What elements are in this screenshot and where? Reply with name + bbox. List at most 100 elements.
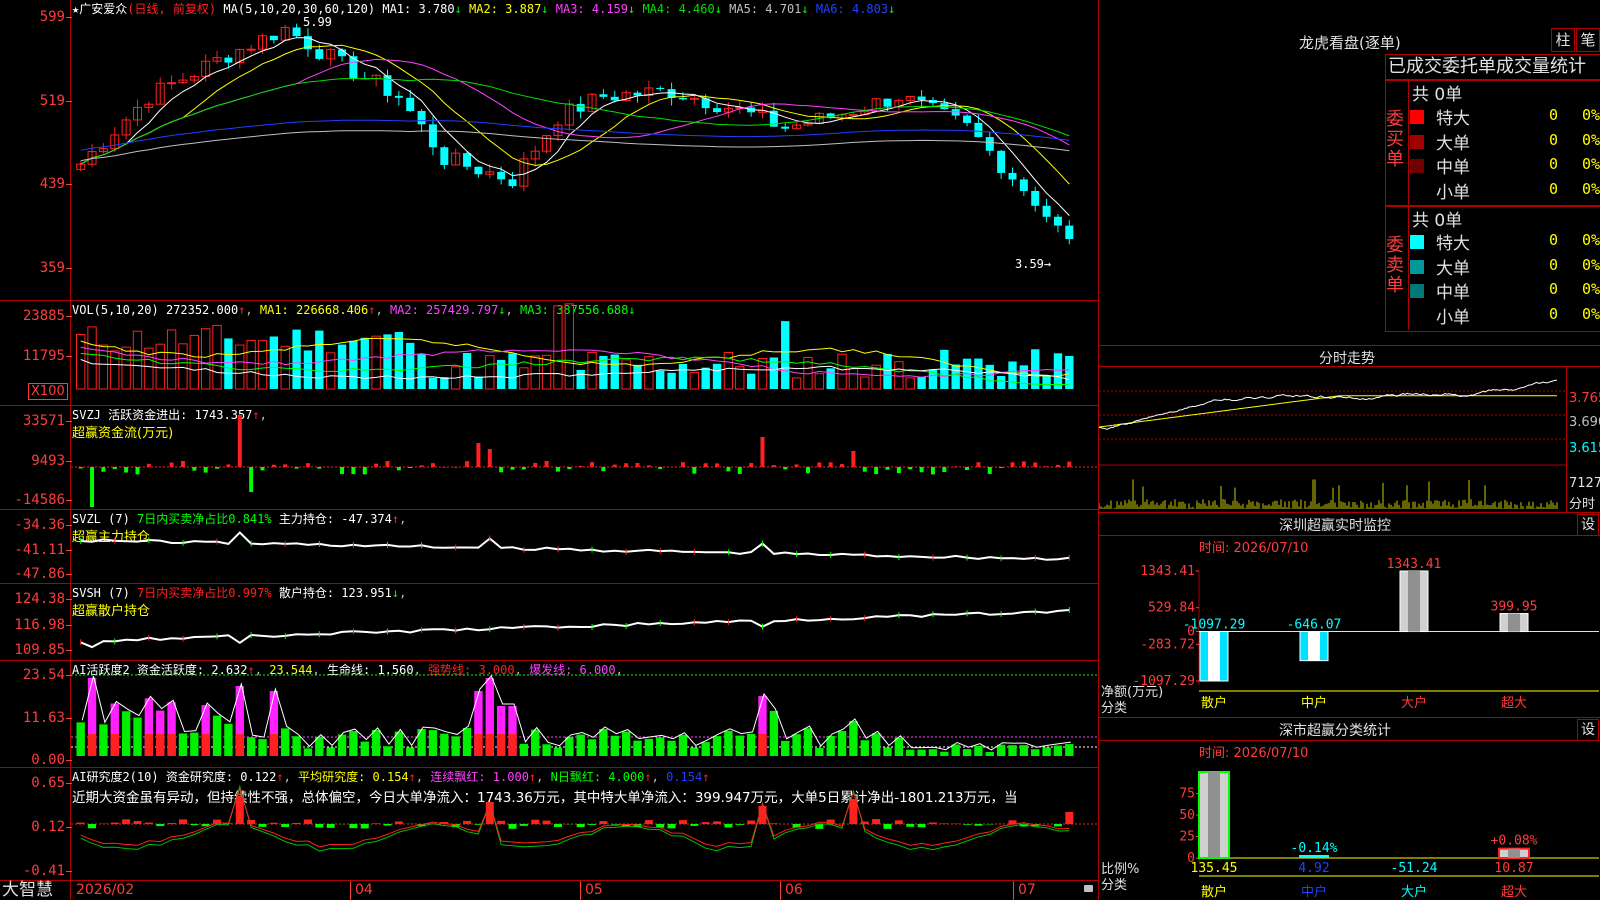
volume-bar xyxy=(76,334,86,390)
classify-title: 深市超赢分类统计 xyxy=(1279,723,1391,739)
fund-flow-bar xyxy=(112,467,117,470)
activity-bar xyxy=(985,751,994,756)
y-tick: -0.41 xyxy=(2,864,72,878)
classify-bar-chart[interactable]: 7550250135.45散户-0.14%4.92中户-51.24大户+0.08… xyxy=(1099,758,1600,900)
ai-research-panel[interactable]: 0.65 0.12 -0.41 AI研究度2(10) 资金研究度: 0.122↑… xyxy=(0,768,1098,881)
ai-active-panel[interactable]: 23.54 11.63 0.00 AI活跃度2 资金活跃度: 2.632↑, 2… xyxy=(0,661,1098,768)
fund-flow-bar xyxy=(78,467,83,469)
color-swatch xyxy=(1410,110,1424,124)
volume-panel[interactable]: 23885 11795 X100 VOL(5,10,20) 272352.000… xyxy=(0,301,1098,406)
research-bar xyxy=(519,824,528,826)
brand-logo[interactable]: 大智慧 xyxy=(2,881,53,900)
candle-body xyxy=(963,115,972,123)
fund-flow-bar xyxy=(192,467,197,471)
research-bar xyxy=(110,822,119,824)
intraday-chart[interactable] xyxy=(1099,367,1566,512)
research-bar xyxy=(553,824,562,827)
fund-flow-bar xyxy=(646,465,651,467)
volume-bar xyxy=(371,335,381,390)
volume-bar xyxy=(951,364,960,389)
category-label: 超大 xyxy=(1501,885,1527,900)
bar-value-label: +0.08% xyxy=(1491,834,1538,849)
candle-body xyxy=(315,49,324,59)
ratio-bar-highlight xyxy=(1508,848,1520,858)
activity-bar xyxy=(974,745,983,756)
color-swatch xyxy=(1410,159,1424,173)
candle-body xyxy=(1065,225,1074,239)
order-size-label: 大单 xyxy=(1436,258,1470,279)
activity-bar xyxy=(440,733,449,756)
y-tick: -283.72 xyxy=(1140,637,1195,652)
volume-bar xyxy=(633,364,642,389)
activity-bar xyxy=(133,717,142,756)
fund-flow-bar xyxy=(533,462,538,467)
sell-row-3: 小单 0 0% xyxy=(1410,303,1600,328)
candlestick-chart[interactable]: 5.99 3.59→ xyxy=(71,0,1098,300)
order-size-label: 中单 xyxy=(1436,283,1470,303)
y-tick: -1097.29 xyxy=(1132,674,1195,689)
svzl-panel[interactable]: -34.36 -41.11 -47.86 SVZL (7) 7日内买卖净占比0.… xyxy=(0,510,1098,584)
lock-icon[interactable] xyxy=(1084,885,1093,892)
svsh-panel[interactable]: 124.38 116.98 109.85 SVSH (7) 7日内买卖净占比0.… xyxy=(0,584,1098,661)
category-label: 大户 xyxy=(1401,695,1427,711)
volume-bar xyxy=(735,366,745,390)
activity-bar-core xyxy=(508,734,517,756)
tick-mode-button[interactable]: 笔 xyxy=(1576,28,1600,52)
candle-body xyxy=(394,95,403,98)
activity-bar xyxy=(553,747,563,756)
fund-flow-bar xyxy=(317,467,322,469)
ma-line xyxy=(80,37,1070,216)
monitor-bar-chart[interactable]: 1343.41529.840-283.72-1097.29-1097.29散户-… xyxy=(1099,557,1600,717)
research-bar xyxy=(701,822,710,824)
fund-flow-bar xyxy=(908,467,913,470)
activity-bar xyxy=(292,736,301,756)
y-tick: 33571 xyxy=(2,414,72,428)
volume-chart[interactable] xyxy=(71,301,1098,405)
kline-panel[interactable]: 599 519 439 359 ★广安爱众(日线, 前复权) MA(5,10,2… xyxy=(0,0,1098,301)
activity-bar xyxy=(542,744,551,756)
classify-settings-button[interactable]: 设 xyxy=(1577,719,1599,741)
fund-flow-bar xyxy=(555,467,560,472)
fund-flow-bar xyxy=(294,467,299,469)
activity-bar xyxy=(678,734,688,756)
activity-bar-core xyxy=(485,734,494,756)
activity-bar xyxy=(246,737,256,756)
fund-flow-bar xyxy=(578,465,583,467)
intraday-panel[interactable]: 分时走势 3.765 3.690 3.615 7127 分时 xyxy=(1099,346,1600,513)
activity-chart[interactable] xyxy=(71,661,1098,767)
fund-flow-bar xyxy=(885,467,890,470)
activity-bar xyxy=(792,734,801,756)
research-chart[interactable] xyxy=(71,768,1098,880)
x-date-label: 06 xyxy=(785,882,803,898)
fund-flow-bar xyxy=(1044,466,1049,467)
fund-flow-bar xyxy=(203,467,208,473)
net-amount-bar-highlight xyxy=(1508,613,1520,632)
research-bar xyxy=(463,820,472,824)
fund-flow-bar xyxy=(146,463,151,467)
net-amount-bar-highlight xyxy=(1408,571,1420,632)
color-swatch xyxy=(1410,235,1424,249)
fund-flow-bar xyxy=(385,460,390,467)
research-bar xyxy=(610,824,619,825)
main-holding-chart[interactable] xyxy=(71,510,1098,583)
research-bar xyxy=(315,824,324,828)
stats-tabs[interactable]: 已成交委托单成交量统计 xyxy=(1385,54,1600,80)
retail-holding-chart[interactable] xyxy=(71,584,1098,660)
y-tick: -34.36 xyxy=(2,518,72,532)
volume-bar xyxy=(315,330,324,389)
candle-body xyxy=(1053,216,1062,226)
svzj-panel[interactable]: 33571 9493 -14586 SVZJ 活跃资金进出: 1743.357↑… xyxy=(0,406,1098,510)
candle-body xyxy=(985,137,994,151)
volume-bar xyxy=(269,336,279,389)
y-tick: 23.54 xyxy=(2,668,72,682)
fund-flow-bar xyxy=(953,466,958,467)
bar-mode-button[interactable]: 柱 xyxy=(1551,28,1575,52)
bar-value-label: 399.95 xyxy=(1491,600,1538,615)
category-label: 散户 xyxy=(1201,884,1227,900)
candle-body xyxy=(417,110,426,125)
monitor-settings-button[interactable]: 设 xyxy=(1577,514,1599,536)
fund-flow-chart[interactable] xyxy=(71,406,1098,509)
order-count: 0 xyxy=(1548,106,1558,124)
candle-body xyxy=(269,35,278,41)
research-bar xyxy=(599,821,608,824)
